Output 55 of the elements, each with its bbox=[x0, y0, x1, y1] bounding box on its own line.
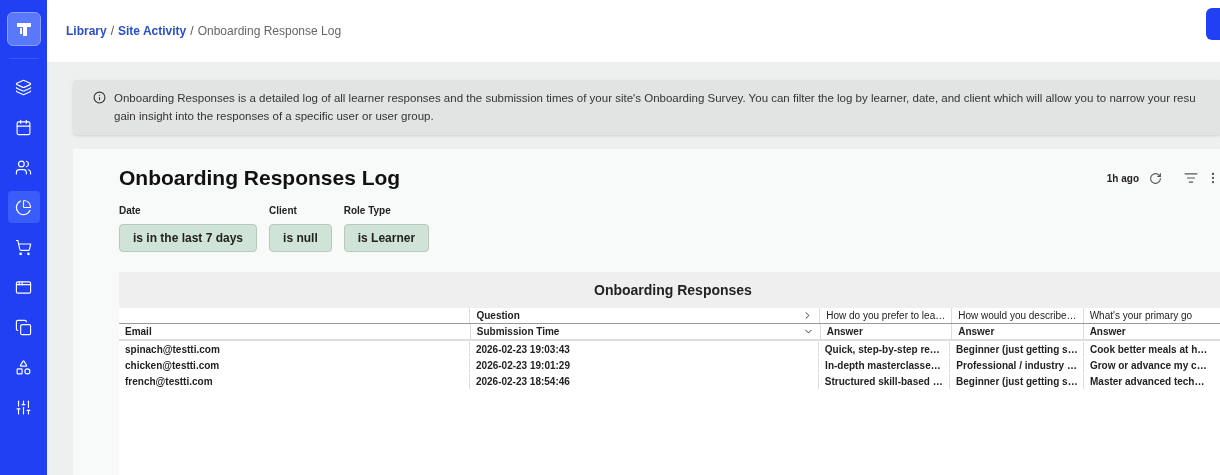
breadcrumb-current: Onboarding Response Log bbox=[197, 23, 342, 40]
table-cell-text: spinach@testti.com bbox=[124, 342, 221, 357]
table-cell: Quick, step-by-step re… bbox=[817, 341, 949, 357]
breadcrumb-link[interactable]: Library bbox=[66, 22, 107, 40]
table-title: Onboarding Responses bbox=[594, 280, 752, 300]
logo-icon[interactable] bbox=[6, 12, 41, 46]
updated-time: 1h ago bbox=[1106, 171, 1139, 186]
window-icon bbox=[15, 278, 32, 296]
breadcrumb-link[interactable]: Site Activity bbox=[118, 22, 187, 40]
breadcrumb-separator: / bbox=[110, 23, 115, 40]
filter-label: Client bbox=[269, 204, 298, 218]
column-label: Submission Time bbox=[476, 325, 561, 339]
table-header-cell: Answer bbox=[1082, 324, 1220, 339]
table-header-cell: Answer bbox=[819, 324, 952, 339]
copy-icon bbox=[15, 318, 32, 336]
filter-chip[interactable]: is Learner bbox=[343, 224, 430, 252]
table-cell: Master advanced tech… bbox=[1083, 373, 1220, 389]
table-cell: Beginner (just getting s… bbox=[949, 373, 1083, 389]
table-cell-text: french@testti.com bbox=[124, 374, 214, 389]
table-header-cell: How would you describe… bbox=[951, 308, 1083, 323]
action-button[interactable] bbox=[1206, 8, 1220, 40]
cards-icon bbox=[15, 78, 32, 96]
sliders-icon bbox=[15, 398, 32, 416]
calendar-icon bbox=[15, 118, 32, 136]
refresh-icon[interactable] bbox=[1149, 171, 1162, 185]
filter-label: Role Type bbox=[343, 204, 392, 218]
table-cell: 2026-02-23 19:01:29 bbox=[469, 357, 819, 373]
table-header-cell: How do you prefer to lea… bbox=[819, 308, 952, 323]
pie-chart-icon bbox=[15, 198, 32, 216]
table-header-cell: What's your primary go bbox=[1082, 308, 1220, 323]
table-cell: 2026-02-23 18:54:46 bbox=[468, 373, 818, 389]
users-icon bbox=[15, 158, 32, 176]
report-title: Onboarding Responses Log bbox=[119, 165, 402, 192]
sidebar-item[interactable] bbox=[7, 191, 40, 223]
table-cell: Professional / industry … bbox=[949, 357, 1083, 373]
table-cell: Cook better meals at h… bbox=[1083, 341, 1220, 357]
table-header-cell-text: Email bbox=[124, 325, 153, 339]
table-cell: Structured skill-based … bbox=[817, 373, 949, 389]
pivot-label: Question bbox=[476, 309, 521, 323]
info-icon bbox=[93, 91, 106, 104]
filter-label: Date bbox=[119, 204, 142, 218]
shapes-icon bbox=[15, 358, 32, 376]
info-text: Onboarding Responses is a detailed log of all learner responses and the submission times of your site's Onboarding Survey. You can filter the log by learner, date, and client which will allow you to narrow your resu bbox=[114, 91, 1196, 106]
table-cell-text: chicken@testti.com bbox=[124, 358, 221, 373]
info-text: gain insight into the responses of a specific user or user group. bbox=[114, 109, 435, 124]
table-cell: In-depth masterclasse… bbox=[818, 357, 950, 373]
filter-chip[interactable]: is null bbox=[269, 224, 332, 252]
filter-chip[interactable]: is in the last 7 days bbox=[119, 224, 258, 252]
table-cell: Grow or advance my c… bbox=[1082, 357, 1220, 373]
cart-icon bbox=[15, 238, 32, 256]
table-cell: Beginner (just getting s… bbox=[949, 341, 1083, 357]
table-header-cell: Answer bbox=[951, 324, 1083, 339]
table-cell: 2026-02-23 19:03:43 bbox=[468, 341, 818, 357]
filter-icon[interactable] bbox=[1184, 171, 1198, 185]
breadcrumb-separator: / bbox=[190, 23, 194, 40]
